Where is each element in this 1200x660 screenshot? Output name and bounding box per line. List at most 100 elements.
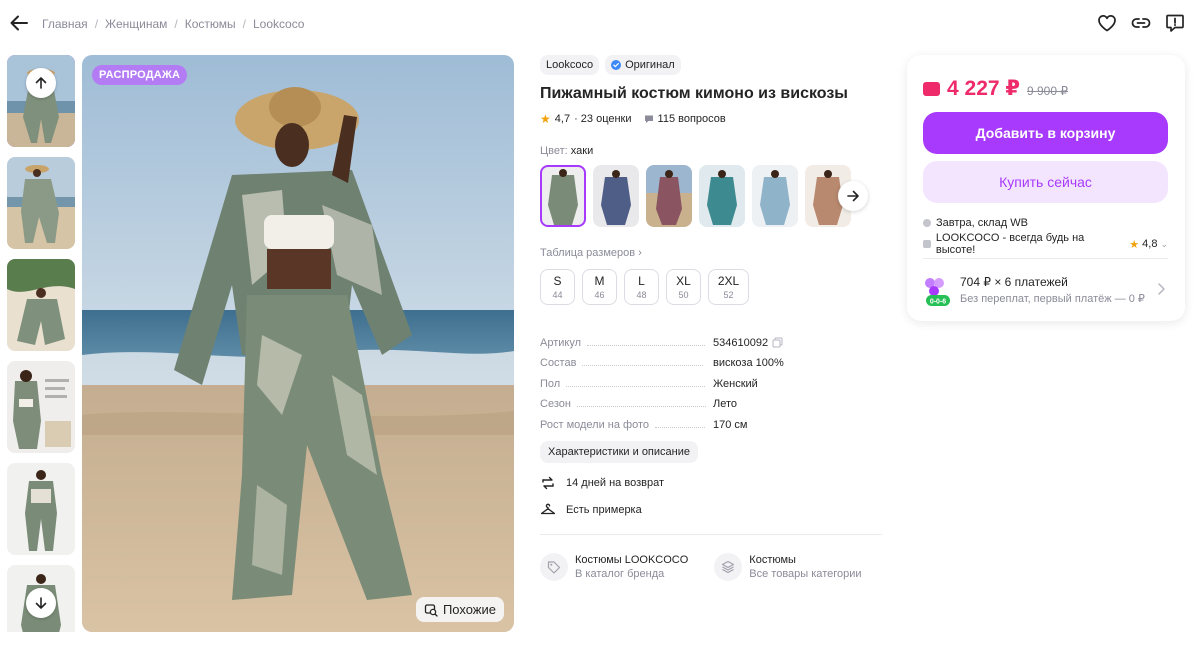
size-ru: 44 <box>552 290 563 300</box>
main-product-image[interactable]: РАСПРОДАЖА Похожие <box>82 55 514 632</box>
spec-dots <box>582 365 704 366</box>
breadcrumb-women[interactable]: Женщинам <box>105 17 167 31</box>
seller-name: LOOKCOCO - всегда будь на высоте! <box>935 232 1085 256</box>
size-option[interactable]: 2XL 52 <box>708 269 749 305</box>
sale-badge: РАСПРОДАЖА <box>92 65 188 85</box>
buy-now-button[interactable]: Купить сейчас <box>923 161 1168 203</box>
thumbnail-5[interactable] <box>7 463 75 555</box>
size-option[interactable]: XL 50 <box>666 269 701 305</box>
old-price: 9 900 ₽ <box>1027 84 1068 98</box>
spec-value: Лето <box>713 398 738 410</box>
spec-dots <box>655 426 706 428</box>
brand-pill[interactable]: Lookcoco <box>540 55 600 75</box>
chevron-right-icon <box>1158 283 1165 295</box>
fitting-text: Есть примерка <box>566 503 642 516</box>
chevron-down-icon: ⌄ <box>1160 238 1168 249</box>
layers-icon <box>714 552 743 581</box>
seller-info[interactable]: LOOKCOCO - всегда будь на высоте! ★ 4,8 ⌄ <box>923 232 1168 256</box>
chevron-right-icon: › <box>638 247 642 259</box>
color-swatch-3[interactable] <box>646 165 692 227</box>
color-value: хаки <box>570 145 594 157</box>
similar-label: Похожие <box>442 602 496 617</box>
rating-row[interactable]: ★ 4,7 · 23 оценки 115 вопросов <box>540 112 882 126</box>
size-ru: 46 <box>594 290 605 300</box>
hanger-icon <box>540 503 556 514</box>
color-swatch-5[interactable] <box>752 165 798 227</box>
star-icon: ★ <box>540 112 551 126</box>
star-icon: ★ <box>1129 238 1140 251</box>
breadcrumb-home[interactable]: Главная <box>42 17 88 31</box>
spec-value: 534610092 <box>713 337 783 349</box>
chat-icon <box>644 115 653 123</box>
seller-rating-value: 4,8 <box>1142 238 1158 250</box>
spec-key: Пол <box>540 377 561 390</box>
thumbnail-down-button[interactable] <box>26 588 56 618</box>
spec-key: Сезон <box>540 398 571 410</box>
spec-value: 170 см <box>713 418 748 431</box>
spec-dots <box>587 344 706 346</box>
swatches-next-button[interactable] <box>838 181 868 211</box>
seller-rating[interactable]: ★ 4,8 ⌄ <box>1129 238 1168 251</box>
brand-name: Lookcoco <box>546 59 594 71</box>
size-ru: 52 <box>723 290 734 300</box>
size-option[interactable]: L 48 <box>624 269 659 305</box>
back-arrow-icon[interactable] <box>8 12 30 34</box>
questions-link[interactable]: 115 вопросов <box>644 113 726 125</box>
original-label: Оригинал <box>625 59 675 71</box>
thumbnail-3[interactable] <box>7 259 75 351</box>
color-swatch-1[interactable] <box>540 165 586 227</box>
size-option[interactable]: S 44 <box>540 269 575 305</box>
verified-icon <box>611 60 622 70</box>
delivery-text: Завтра, склад WB <box>936 217 1028 229</box>
installment-offer[interactable]: 0-0-6 704 ₽ × 6 платежей Без переплат, п… <box>921 270 1170 310</box>
size-name: XL <box>676 274 691 288</box>
category-link[interactable]: Костюмы Все товары категории <box>714 552 862 581</box>
link-icon[interactable] <box>1130 12 1152 34</box>
top-bar: Главная / Женщинам / Костюмы / Lookcoco <box>0 0 1200 48</box>
price: 4 227 ₽ <box>947 77 1020 100</box>
category-title: Костюмы <box>749 553 796 566</box>
spec-value: Женский <box>713 377 758 390</box>
add-to-cart-button[interactable]: Добавить в корзину <box>923 112 1168 154</box>
thumbnail-4[interactable] <box>7 361 75 453</box>
similar-search-icon <box>424 603 438 617</box>
installment-title: 704 ₽ × 6 платежей <box>960 275 1068 289</box>
thumbnail-up-button[interactable] <box>26 68 56 98</box>
returns-text: 14 дней на возврат <box>566 476 664 489</box>
catalog-links: Костюмы LOOKCOCO В каталог бренда Костюмы… <box>540 552 882 581</box>
heart-icon[interactable] <box>1096 12 1118 34</box>
spec-dots <box>566 385 706 387</box>
original-pill[interactable]: Оригинал <box>605 55 681 75</box>
product-photo <box>82 55 514 632</box>
warehouse-icon <box>923 219 931 227</box>
size-selector: S 44 M 46 L 48 XL 50 2XL 52 <box>540 269 882 305</box>
similar-button[interactable]: Похожие <box>415 597 504 622</box>
brand-catalog-subtitle: В каталог бренда <box>575 567 665 580</box>
spec-key: Рост модели на фото <box>540 418 650 431</box>
copy-icon[interactable] <box>772 337 783 348</box>
characteristics-button[interactable]: Характеристики и описание <box>540 440 698 463</box>
breadcrumb-separator: / <box>94 17 99 31</box>
color-swatch-2[interactable] <box>593 165 639 227</box>
size-table-label: Таблица размеров <box>540 247 636 259</box>
color-swatch-4[interactable] <box>699 165 745 227</box>
category-subtitle: Все товары категории <box>749 567 862 580</box>
installment-badge-text: 0-0-6 <box>930 299 946 306</box>
color-swatches <box>540 165 882 227</box>
buy-card: 4 227 ₽ 9 900 ₽ Добавить в корзину Купит… <box>907 55 1185 321</box>
breadcrumb-separator: / <box>242 17 246 31</box>
breadcrumb-brand[interactable]: Lookcoco <box>253 17 304 31</box>
size-name: L <box>638 274 645 288</box>
report-icon[interactable] <box>1164 12 1186 34</box>
reviews-count: · 23 оценки <box>574 113 632 125</box>
size-table-link[interactable]: Таблица размеров › <box>540 247 882 259</box>
brand-catalog-link[interactable]: Костюмы LOOKCOCO В каталог бренда <box>540 552 688 581</box>
breadcrumb-suits[interactable]: Костюмы <box>185 17 236 31</box>
divider <box>540 533 882 535</box>
size-name: 2XL <box>717 274 740 288</box>
color-label-key: Цвет: <box>540 145 568 157</box>
wallet-icon <box>923 82 940 96</box>
size-option[interactable]: M 46 <box>582 269 617 305</box>
thumbnail-2[interactable] <box>7 157 75 249</box>
product-info: Lookcoco Оригинал Пижамный костюм кимоно… <box>540 55 882 581</box>
